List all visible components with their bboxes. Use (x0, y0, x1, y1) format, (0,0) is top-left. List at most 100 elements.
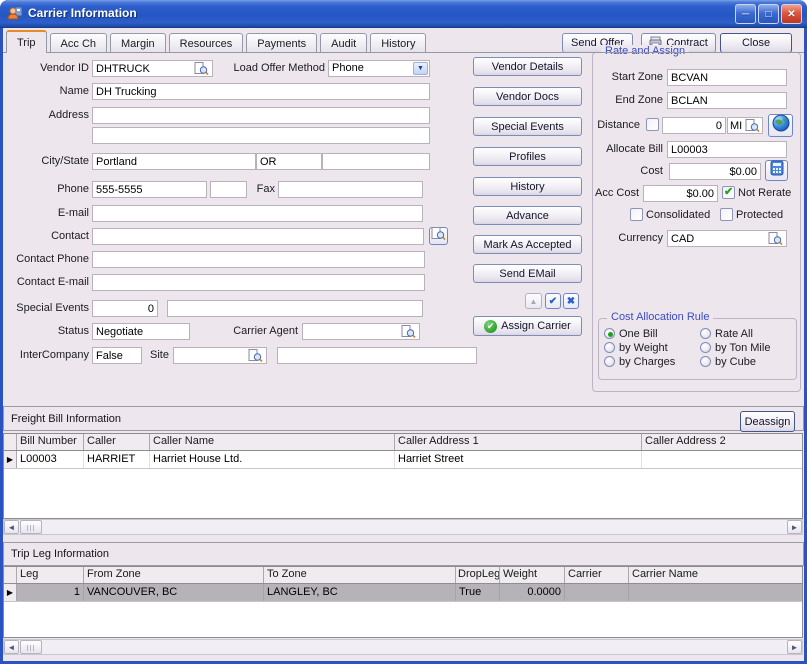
assign-carrier-button[interactable]: ✔ Assign Carrier (473, 316, 582, 336)
load-offer-method-combo[interactable]: Phone ▼ (328, 60, 430, 77)
distance-checkbox[interactable] (646, 118, 659, 131)
phone-field[interactable] (92, 181, 207, 198)
phone-ext-field[interactable] (210, 181, 247, 198)
column-header[interactable]: Caller Address 1 (395, 434, 642, 450)
freight-bill-title: Freight Bill Information (11, 413, 121, 425)
lookup-icon[interactable] (768, 232, 783, 245)
radio-by-weight[interactable] (604, 342, 615, 353)
tab-acc-ch[interactable]: Acc Ch (50, 33, 107, 53)
email-field[interactable] (92, 205, 423, 222)
city-field[interactable] (92, 153, 256, 170)
close-dialog-button[interactable]: Close (720, 33, 792, 53)
scroll-right-button[interactable]: ► (787, 640, 802, 654)
contact-field[interactable] (92, 228, 424, 245)
tab-history[interactable]: History (370, 33, 426, 53)
city-state-label: City/State (5, 155, 89, 167)
distance-unit-field[interactable]: MI (727, 117, 763, 134)
contact-phone-label: Contact Phone (5, 253, 89, 265)
site-label: Site (133, 349, 169, 361)
carrier-agent-field[interactable] (302, 323, 420, 340)
radio-by-ton-mile[interactable] (700, 342, 711, 353)
allocate-bill-field[interactable] (667, 141, 787, 158)
lookup-icon[interactable] (401, 325, 416, 338)
tab-audit[interactable]: Audit (320, 33, 367, 53)
not-rerate-checkbox[interactable] (722, 186, 735, 199)
tab-trip[interactable]: Trip (6, 30, 47, 53)
column-header[interactable]: Bill Number (17, 434, 84, 450)
tab-payments[interactable]: Payments (246, 33, 317, 53)
column-header[interactable]: Weight (500, 567, 565, 583)
column-header[interactable]: Caller Name (150, 434, 395, 450)
column-header[interactable]: Caller (84, 434, 150, 450)
column-header[interactable]: Caller Address 2 (642, 434, 802, 450)
scroll-thumb[interactable] (20, 640, 42, 654)
column-header[interactable]: From Zone (84, 567, 264, 583)
fax-field[interactable] (278, 181, 423, 198)
mileage-globe-button[interactable] (768, 114, 793, 137)
state-field[interactable] (256, 153, 322, 170)
radio-by-cube[interactable] (700, 356, 711, 367)
close-button[interactable]: ✕ (781, 4, 802, 24)
contact-phone-field[interactable] (92, 251, 425, 268)
column-header[interactable]: Carrier (565, 567, 629, 583)
cancel-button[interactable]: ✖ (563, 293, 579, 309)
special-events-desc-field[interactable] (167, 300, 423, 317)
advance-button[interactable]: Advance (473, 206, 582, 225)
lookup-icon[interactable] (248, 349, 263, 362)
currency-field[interactable]: CAD (667, 230, 787, 247)
address-line1-field[interactable] (92, 107, 430, 124)
acc-cost-field[interactable] (643, 185, 718, 202)
start-zone-field[interactable] (667, 69, 787, 86)
trip-leg-section-header: Trip Leg Information (3, 542, 804, 566)
move-up-button[interactable]: ▲ (525, 293, 542, 309)
protected-checkbox[interactable] (720, 208, 733, 221)
send-email-button[interactable]: Send EMail (473, 264, 582, 283)
consolidated-checkbox[interactable] (630, 208, 643, 221)
confirm-button[interactable]: ✔ (545, 293, 561, 309)
deassign-button[interactable]: Deassign (740, 411, 795, 432)
vendor-id-field[interactable]: DHTRUCK (92, 60, 213, 77)
not-rerate-label: Not Rerate (738, 187, 791, 199)
column-header[interactable]: Leg (17, 567, 84, 583)
chevron-down-icon[interactable]: ▼ (413, 62, 428, 75)
minimize-button[interactable]: ─ (735, 4, 756, 24)
lookup-icon[interactable] (745, 119, 760, 132)
intercompany-label: InterCompany (5, 349, 89, 361)
column-header[interactable]: To Zone (264, 567, 456, 583)
table-row[interactable]: ▶ 1 VANCOUVER, BC LANGLEY, BC True 0.000… (4, 584, 802, 602)
cost-field[interactable] (669, 163, 761, 180)
scroll-left-button[interactable]: ◄ (4, 640, 19, 654)
table-row[interactable]: ▶ L00003 HARRIET Harriet House Ltd. Harr… (4, 451, 802, 469)
radio-rate-all[interactable] (700, 328, 711, 339)
tab-resources[interactable]: Resources (169, 33, 244, 53)
status-field[interactable] (92, 323, 190, 340)
special-events-count-field[interactable] (92, 300, 158, 317)
contact-label: Contact (5, 230, 89, 242)
freight-bill-hscrollbar[interactable]: ◄ ► (3, 519, 803, 535)
trip-leg-hscrollbar[interactable]: ◄ ► (3, 639, 803, 655)
freight-bill-grid-header: Bill Number Caller Caller Name Caller Ad… (4, 434, 802, 451)
address-line2-field[interactable] (92, 127, 430, 144)
column-header[interactable]: DropLeg (456, 567, 500, 583)
maximize-button[interactable]: □ (758, 4, 779, 24)
radio-by-charges[interactable] (604, 356, 615, 367)
consolidated-label: Consolidated (646, 209, 710, 221)
site-name-field[interactable] (277, 347, 477, 364)
freight-bill-grid: Bill Number Caller Caller Name Caller Ad… (3, 433, 803, 519)
name-field[interactable] (92, 83, 430, 100)
column-header[interactable]: Carrier Name (629, 567, 802, 583)
cost-allocation-rule-title: Cost Allocation Rule (607, 311, 713, 323)
radio-one-bill[interactable] (604, 328, 615, 339)
site-field[interactable] (173, 347, 267, 364)
lookup-icon[interactable] (194, 62, 209, 75)
scroll-thumb[interactable] (20, 520, 42, 534)
contact-lookup-button[interactable] (429, 227, 448, 245)
end-zone-field[interactable] (667, 92, 787, 109)
scroll-left-button[interactable]: ◄ (4, 520, 19, 534)
calculator-button[interactable] (765, 160, 788, 181)
tab-margin[interactable]: Margin (110, 33, 166, 53)
scroll-right-button[interactable]: ► (787, 520, 802, 534)
distance-value-field[interactable] (662, 117, 726, 134)
zip-field[interactable] (322, 153, 430, 170)
contact-email-field[interactable] (92, 274, 425, 291)
